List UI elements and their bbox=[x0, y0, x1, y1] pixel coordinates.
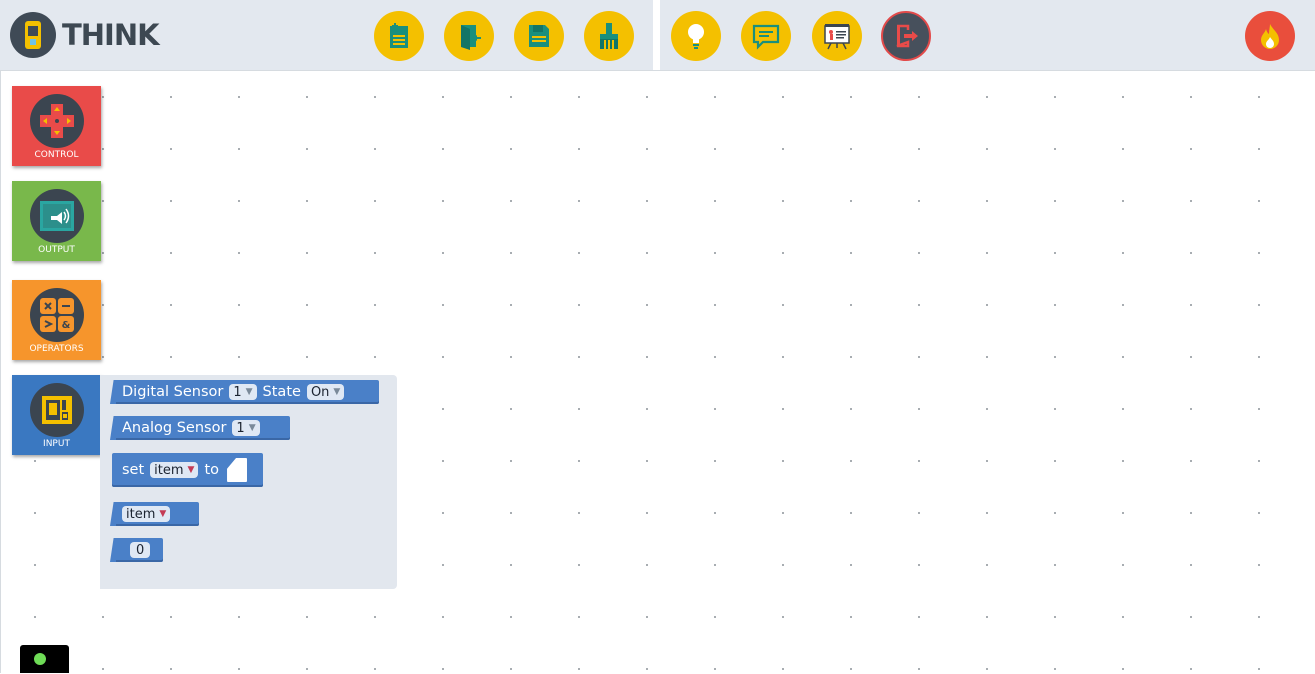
workspace-scrollbar[interactable] bbox=[1303, 71, 1315, 674]
app-title: THINK bbox=[62, 18, 160, 52]
connection-indicator-icon bbox=[34, 653, 46, 665]
clear-workspace-button[interactable] bbox=[584, 11, 634, 61]
flame-icon bbox=[1261, 24, 1279, 49]
logo-badge-icon bbox=[10, 12, 56, 58]
save-file-button[interactable] bbox=[514, 11, 564, 61]
ideas-button[interactable] bbox=[671, 11, 721, 61]
new-file-button[interactable] bbox=[374, 11, 424, 61]
floppy-disk-icon bbox=[529, 25, 549, 47]
value-input-slot[interactable] bbox=[227, 458, 248, 482]
open-folder-icon bbox=[461, 25, 481, 50]
chat-button[interactable] bbox=[741, 11, 791, 61]
new-file-icon bbox=[390, 23, 408, 48]
dpad-icon bbox=[29, 94, 84, 148]
toolbar-divider bbox=[653, 0, 660, 70]
presentation-button[interactable] bbox=[812, 11, 862, 61]
state-dropdown[interactable]: On ▼ bbox=[306, 384, 345, 400]
connection-status-panel[interactable] bbox=[20, 645, 69, 673]
broom-icon bbox=[600, 23, 618, 49]
presentation-board-icon bbox=[824, 24, 850, 50]
category-label: OUTPUT bbox=[38, 245, 75, 255]
block-label: to bbox=[204, 462, 220, 478]
exit-button[interactable] bbox=[881, 11, 931, 61]
number-input[interactable]: 0 bbox=[130, 542, 151, 558]
analog-sensor-block[interactable]: Analog Sensor 1 ▼ bbox=[110, 416, 290, 440]
block-label: set bbox=[122, 462, 145, 478]
input-blocks-flyout: Digital Sensor 1 ▼ State On ▼ Analog Senso… bbox=[100, 375, 397, 589]
top-toolbar: THINK bbox=[0, 0, 1315, 70]
digital-sensor-block[interactable]: Digital Sensor 1 ▼ State On ▼ bbox=[110, 380, 379, 404]
logout-icon bbox=[896, 24, 918, 48]
calculator-icon: & bbox=[29, 288, 84, 342]
sensor-number-dropdown[interactable]: 1 ▼ bbox=[232, 420, 260, 436]
category-output[interactable]: OUTPUT bbox=[12, 181, 101, 261]
sensor-number-dropdown[interactable]: 1 ▼ bbox=[229, 384, 257, 400]
fire-app-button[interactable] bbox=[1245, 11, 1295, 61]
block-label: Analog Sensor bbox=[122, 420, 227, 436]
open-file-button[interactable] bbox=[444, 11, 494, 61]
block-label: Digital Sensor bbox=[122, 384, 224, 400]
svg-text:&: & bbox=[61, 320, 70, 331]
variable-dropdown[interactable]: item ▼ bbox=[150, 462, 199, 478]
category-operators[interactable]: & OPERATORS bbox=[12, 280, 101, 360]
category-label: OPERATORS bbox=[29, 344, 84, 354]
category-label: INPUT bbox=[43, 439, 70, 449]
block-label: State bbox=[262, 384, 301, 400]
monitor-icon bbox=[29, 189, 84, 243]
chat-bubble-icon bbox=[752, 24, 780, 50]
category-label: CONTROL bbox=[34, 150, 79, 160]
variable-block[interactable]: item ▼ bbox=[110, 502, 199, 526]
app-logo: THINK bbox=[10, 12, 160, 58]
category-control[interactable]: CONTROL bbox=[12, 86, 101, 166]
category-input[interactable]: INPUT bbox=[12, 375, 101, 455]
sensor-icon bbox=[29, 383, 84, 437]
number-block[interactable]: 0 bbox=[110, 538, 163, 562]
lightbulb-icon bbox=[688, 24, 704, 49]
set-variable-block[interactable]: set item ▼ to bbox=[112, 453, 263, 487]
variable-dropdown[interactable]: item ▼ bbox=[122, 506, 171, 522]
